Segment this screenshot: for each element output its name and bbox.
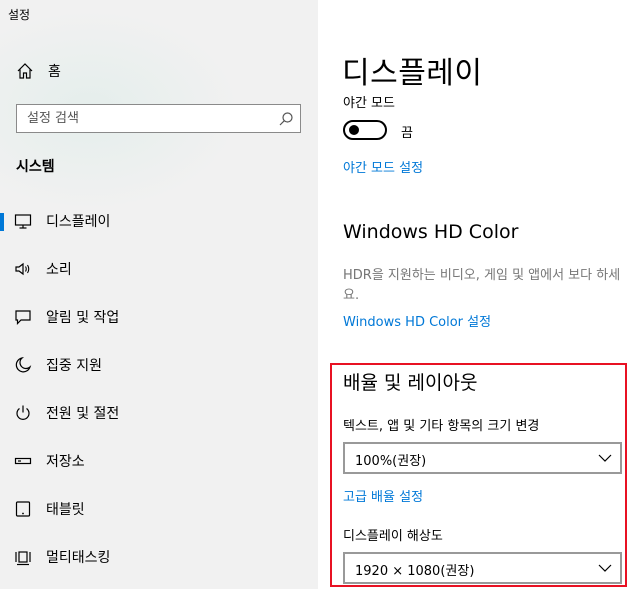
sidebar-item-label: 저장소 <box>46 454 85 470</box>
dropdown-value: 1920 × 1080(권장) <box>355 564 475 579</box>
storage-icon <box>14 457 32 465</box>
chevron-down-icon <box>598 564 612 572</box>
main-content: 디스플레이 야간 모드 끔 야간 모드 설정 Windows HD Color … <box>318 0 630 589</box>
resolution-dropdown[interactable]: 1920 × 1080(권장) <box>343 552 622 584</box>
sidebar-item-notifications[interactable]: 알림 및 작업 <box>0 299 318 335</box>
sidebar-item-label: 태블릿 <box>46 502 85 518</box>
speaker-icon <box>15 262 30 276</box>
sidebar-item-label: 디스플레이 <box>46 214 111 230</box>
power-icon <box>16 405 30 420</box>
sidebar-item-focus-assist[interactable]: 집중 지원 <box>0 347 318 383</box>
night-light-label: 야간 모드 <box>343 96 395 111</box>
resolution-label: 디스플레이 해상도 <box>343 529 443 544</box>
sidebar-item-display[interactable]: 디스플레이 <box>0 203 318 239</box>
settings-window: 설정 홈 시스템 디스플레이 <box>0 0 630 589</box>
sidebar-item-tablet[interactable]: 태블릿 <box>0 491 318 527</box>
section-label: 시스템 <box>16 159 55 175</box>
dropdown-value: 100%(권장) <box>355 454 427 469</box>
page-title: 디스플레이 <box>342 56 483 91</box>
sidebar-item-power[interactable]: 전원 및 절전 <box>0 395 318 431</box>
monitor-icon <box>14 214 32 229</box>
tablet-icon <box>15 501 31 517</box>
advanced-scaling-link[interactable]: 고급 배율 설정 <box>343 486 423 505</box>
active-indicator <box>0 213 4 231</box>
chevron-down-icon <box>598 454 612 462</box>
sidebar-item-sound[interactable]: 소리 <box>0 251 318 287</box>
sidebar-item-multitasking[interactable]: 멀티태스킹 <box>0 539 318 575</box>
hd-color-description: HDR을 지원하는 비디오, 게임 및 앱에서 보다 하세요. <box>343 268 621 303</box>
sidebar-item-home[interactable]: 홈 <box>16 60 61 82</box>
home-icon <box>17 63 33 79</box>
sidebar-item-label: 멀티태스킹 <box>46 550 111 566</box>
notification-icon <box>15 310 31 325</box>
sidebar-item-label: 전원 및 절전 <box>46 406 120 422</box>
hd-color-settings-link[interactable]: Windows HD Color 설정 <box>343 311 491 330</box>
multitasking-icon <box>15 551 31 566</box>
sidebar-item-label: 홈 <box>48 64 61 80</box>
search-icon[interactable] <box>278 111 294 127</box>
sidebar: 설정 홈 시스템 디스플레이 <box>0 0 318 589</box>
night-light-toggle[interactable] <box>343 120 387 140</box>
search-input[interactable] <box>27 105 267 132</box>
sidebar-item-label: 소리 <box>46 262 72 278</box>
moon-icon <box>15 356 32 373</box>
night-light-state: 끔 <box>401 126 413 141</box>
sidebar-item-storage[interactable]: 저장소 <box>0 443 318 479</box>
toggle-knob <box>349 125 359 135</box>
hd-color-title: Windows HD Color <box>343 221 519 243</box>
window-title: 설정 <box>8 8 31 22</box>
text-size-dropdown[interactable]: 100%(권장) <box>343 442 622 474</box>
search-box[interactable] <box>16 104 301 133</box>
scale-layout-title: 배율 및 레이아웃 <box>343 372 478 394</box>
text-size-label: 텍스트, 앱 및 기타 항목의 크기 변경 <box>343 419 540 434</box>
sidebar-item-label: 집중 지원 <box>46 358 102 374</box>
night-light-settings-link[interactable]: 야간 모드 설정 <box>343 157 423 176</box>
sidebar-item-label: 알림 및 작업 <box>46 310 120 326</box>
